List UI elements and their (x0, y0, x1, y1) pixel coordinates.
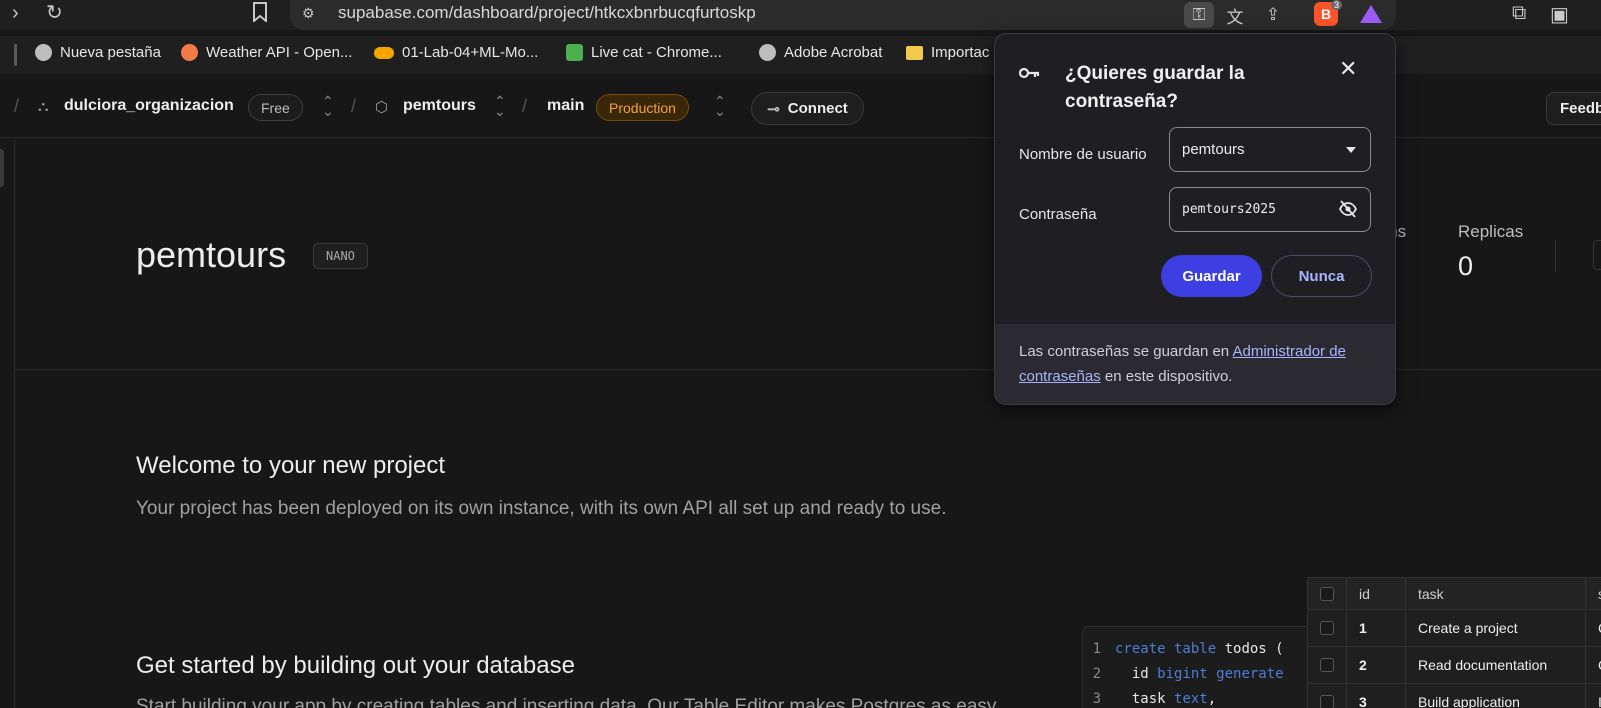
browser-toolbar: › ↻ ⚙ supabase.com/dashboard/project/htk… (0, 0, 1601, 30)
sample-table: id task s 1 Create a project C 2 Read do… (1307, 577, 1601, 708)
brave-rewards-icon[interactable] (1360, 5, 1382, 23)
rainbow-icon (566, 44, 583, 61)
breadcrumb-separator: / (522, 96, 528, 116)
plan-badge: Free (248, 94, 303, 121)
row-checkbox[interactable] (1320, 621, 1334, 635)
table-cell: Read documentation (1406, 647, 1586, 683)
table-cell: I (1586, 684, 1601, 708)
close-icon[interactable]: ✕ (1339, 56, 1357, 82)
password-field[interactable]: pemtours2025 (1169, 187, 1371, 232)
key-icon (1018, 64, 1041, 85)
table-cell: C (1586, 610, 1601, 646)
organization-icon: ⛬ (38, 98, 49, 115)
dialog-title: ¿Quieres guardar la contraseña? (1065, 63, 1245, 112)
weather-icon (181, 44, 198, 61)
share-icon[interactable]: ⇪ (1258, 2, 1288, 28)
breadcrumb-separator: / (14, 96, 20, 116)
connect-button[interactable]: ⊸ Connect (751, 92, 864, 125)
column-header: id (1347, 578, 1406, 609)
stat-box-clipped (1593, 240, 1601, 270)
table-row: 2 Read documentation C (1308, 647, 1601, 684)
stat-divider (1555, 240, 1556, 272)
project-cube-icon: ⬡ (375, 99, 389, 116)
page-title: pemtours (136, 234, 287, 275)
username-select[interactable]: pemtours (1169, 127, 1371, 172)
branch-name[interactable]: main (547, 97, 584, 115)
column-header: task (1406, 578, 1586, 609)
table-header-row: id task s (1308, 578, 1601, 610)
bookmark-live-cat[interactable]: Live cat - Chrome... (566, 44, 722, 61)
project-name[interactable]: pemtours (403, 97, 476, 115)
welcome-description: Your project has been deployed on its ow… (136, 498, 947, 519)
sidebar-active-indicator (0, 149, 4, 187)
project-switcher-chevron-icon[interactable]: ⌃ ⌄ (494, 94, 506, 118)
stat-value-replicas: 0 (1458, 251, 1474, 281)
code-line: 3 task text, (1092, 691, 1217, 707)
row-checkbox[interactable] (1320, 695, 1334, 708)
left-sidebar (0, 139, 15, 708)
key-icon[interactable]: ⚿ (1184, 2, 1214, 28)
table-row: 3 Build application I (1308, 684, 1601, 708)
table-cell: Build application (1406, 684, 1586, 708)
reload-icon[interactable]: ↻ (46, 0, 63, 25)
save-button[interactable]: Guardar (1161, 255, 1262, 297)
dialog-footer: Las contraseñas se guardan en Administra… (995, 324, 1395, 404)
breadcrumb-separator: / (351, 96, 357, 116)
table-cell: C (1586, 647, 1601, 683)
table-cell: 3 (1347, 684, 1406, 708)
production-badge: Production (596, 94, 689, 121)
sql-code-preview: 1 create table todos ( 2 id bigint genera… (1082, 626, 1312, 708)
globe-icon (35, 44, 52, 61)
bookmark-lab[interactable]: 01-Lab-04+ML-Mo... (374, 44, 538, 61)
compute-size-badge: NANO (313, 243, 368, 269)
code-line: 2 id bigint generate (1092, 666, 1284, 682)
org-switcher-chevron-icon[interactable]: ⌃ ⌄ (322, 94, 334, 118)
forward-icon[interactable]: › (12, 2, 19, 25)
save-password-dialog: ¿Quieres guardar la contraseña? ✕ Nombre… (994, 33, 1396, 405)
stat-label-replicas: Replicas (1458, 222, 1524, 241)
site-settings-icon[interactable]: ⚙ (302, 5, 315, 22)
never-button[interactable]: Nunca (1271, 255, 1372, 297)
row-checkbox[interactable] (1320, 658, 1334, 672)
column-header: s (1586, 578, 1601, 609)
translate-icon[interactable]: 文 (1220, 2, 1250, 28)
colab-icon (374, 46, 394, 59)
eye-off-icon[interactable] (1338, 200, 1358, 222)
table-row: 1 Create a project C (1308, 610, 1601, 647)
url-text[interactable]: supabase.com/dashboard/project/htkcxbnrb… (338, 3, 756, 23)
database-description: Start building your app by creating tabl… (136, 696, 997, 708)
table-cell: Create a project (1406, 610, 1586, 646)
folder-icon (906, 45, 923, 60)
branch-switcher-chevron-icon[interactable]: ⌃ ⌄ (714, 94, 726, 118)
password-label: Contraseña (1019, 206, 1097, 223)
bookmarks-separator (14, 44, 17, 66)
globe-icon (759, 44, 776, 61)
extensions-icon[interactable]: ⧉ (1512, 2, 1526, 25)
reading-list-icon[interactable]: ▣ (1550, 2, 1569, 27)
table-cell: 1 (1347, 610, 1406, 646)
bookmark-nueva-pestana[interactable]: Nueva pestaña (35, 44, 161, 61)
org-name[interactable]: dulciora_organizacion (64, 97, 234, 115)
table-cell: 2 (1347, 647, 1406, 683)
chevron-down-icon (1346, 147, 1356, 153)
select-all-checkbox[interactable] (1320, 586, 1334, 601)
plug-icon: ⊸ (767, 100, 780, 118)
bookmark-weather-api[interactable]: Weather API - Open... (181, 44, 352, 61)
code-line: 1 create table todos ( (1092, 641, 1284, 657)
welcome-heading: Welcome to your new project (136, 452, 446, 479)
database-heading: Get started by building out your databas… (136, 652, 575, 679)
username-label: Nombre de usuario (1019, 146, 1147, 163)
bookmark-icon[interactable] (252, 2, 268, 27)
bookmark-adobe-acrobat[interactable]: Adobe Acrobat (759, 44, 882, 61)
feedback-button[interactable]: Feedb (1546, 92, 1601, 125)
bookmark-folder-importac[interactable]: Importac (906, 44, 989, 61)
brave-shield-count: 3 (1331, 0, 1343, 10)
